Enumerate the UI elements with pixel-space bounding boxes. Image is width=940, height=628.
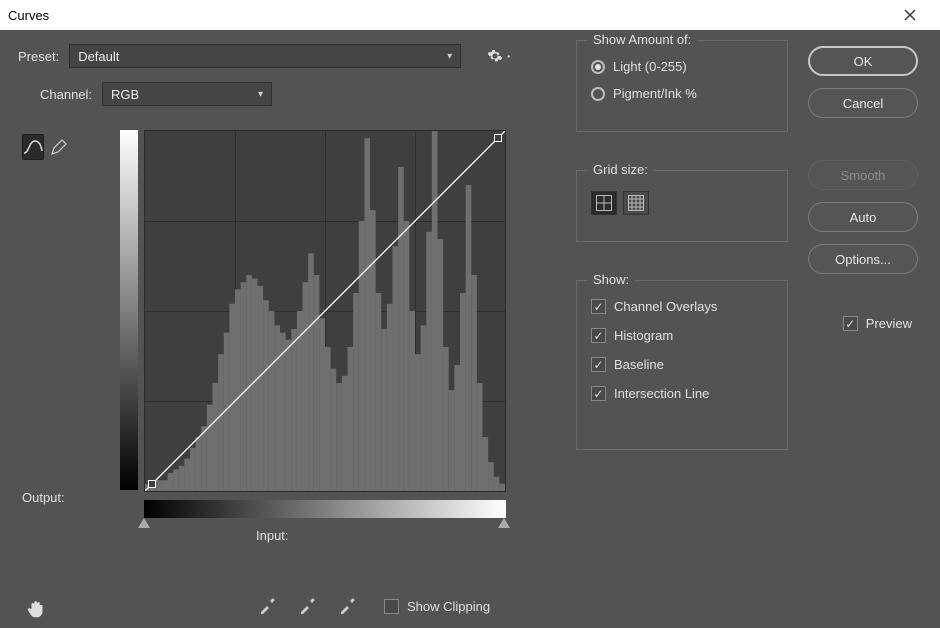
pencil-icon [50, 138, 68, 156]
grid-size-legend: Grid size: [587, 162, 654, 177]
hand-icon [26, 598, 48, 620]
preset-label: Preset: [18, 49, 59, 64]
grid-size-fieldset: Grid size: [576, 170, 788, 242]
radio-icon [591, 87, 605, 101]
curve-point-white[interactable] [494, 134, 502, 142]
chevron-down-icon: ▾ [447, 51, 452, 62]
close-button[interactable] [888, 0, 932, 30]
show-clipping-label: Show Clipping [407, 599, 490, 614]
dot-icon: • [507, 52, 510, 61]
close-icon [904, 9, 916, 21]
chevron-down-icon: ▾ [258, 89, 263, 100]
show-amount-legend: Show Amount of: [587, 32, 697, 47]
checkbox-icon [591, 328, 606, 343]
baseline-checkbox[interactable]: Baseline [591, 357, 773, 372]
button-column: OK Cancel Smooth Auto Options... [808, 46, 918, 274]
smooth-button[interactable]: Smooth [808, 160, 918, 190]
curves-graph[interactable] [144, 130, 506, 492]
auto-button[interactable]: Auto [808, 202, 918, 232]
preview-label: Preview [866, 316, 912, 331]
pencil-tool-button[interactable] [50, 134, 68, 160]
pigment-radio-label: Pigment/Ink % [613, 86, 697, 101]
dialog-body: Preset: Default ▾ • Channel: RGB ▾ Outpu… [0, 30, 940, 628]
checkbox-icon [591, 299, 606, 314]
gear-icon [487, 48, 503, 64]
eyedropper-icon [258, 597, 276, 615]
eyedropper-row: Show Clipping [256, 595, 490, 617]
grid-fine-button[interactable] [623, 191, 649, 215]
grid-16-icon [628, 195, 644, 211]
input-label: Input: [256, 528, 289, 543]
ok-button[interactable]: OK [808, 46, 918, 76]
light-radio-label: Light (0-255) [613, 59, 687, 74]
input-gradient [144, 500, 506, 518]
options-button[interactable]: Options... [808, 244, 918, 274]
histogram [145, 131, 505, 491]
show-clipping-checkbox[interactable]: Show Clipping [384, 599, 490, 614]
intersection-checkbox[interactable]: Intersection Line [591, 386, 773, 401]
grid-coarse-button[interactable] [591, 191, 617, 215]
channel-label: Channel: [40, 87, 92, 102]
output-gradient [120, 130, 138, 490]
preset-menu-button[interactable]: • [487, 48, 510, 64]
titlebar: Curves [0, 0, 940, 30]
curve-tool-button[interactable] [22, 134, 44, 160]
gray-eyedropper-button[interactable] [296, 595, 318, 617]
show-fieldset: Show: Channel Overlays Histogram Baselin… [576, 280, 788, 450]
show-amount-fieldset: Show Amount of: Light (0-255) Pigment/In… [576, 40, 788, 132]
baseline-label: Baseline [614, 357, 664, 372]
channel-dropdown[interactable]: RGB ▾ [102, 82, 272, 106]
curve-icon [23, 139, 43, 155]
show-legend: Show: [587, 272, 635, 287]
curve-tools [22, 134, 62, 160]
pigment-radio[interactable]: Pigment/Ink % [591, 86, 773, 101]
channel-row: Channel: RGB ▾ [40, 82, 922, 106]
histogram-label: Histogram [614, 328, 673, 343]
checkbox-icon [591, 357, 606, 372]
eyedropper-icon [298, 597, 316, 615]
cancel-button[interactable]: Cancel [808, 88, 918, 118]
channel-value: RGB [111, 87, 139, 102]
white-point-slider[interactable] [498, 518, 510, 528]
channel-overlays-label: Channel Overlays [614, 299, 717, 314]
channel-overlays-checkbox[interactable]: Channel Overlays [591, 299, 773, 314]
window-title: Curves [8, 8, 49, 23]
light-radio[interactable]: Light (0-255) [591, 59, 773, 74]
curve-point-black[interactable] [148, 480, 156, 488]
eyedropper-icon [338, 597, 356, 615]
histogram-checkbox[interactable]: Histogram [591, 328, 773, 343]
output-label: Output: [22, 490, 65, 505]
grid-4-icon [596, 195, 612, 211]
white-eyedropper-button[interactable] [336, 595, 358, 617]
radio-icon [591, 60, 605, 74]
checkbox-icon [591, 386, 606, 401]
targeted-adjust-button[interactable] [26, 598, 48, 625]
preview-checkbox[interactable]: Preview [843, 316, 912, 331]
preset-dropdown[interactable]: Default ▾ [69, 44, 461, 68]
intersection-label: Intersection Line [614, 386, 709, 401]
black-eyedropper-button[interactable] [256, 595, 278, 617]
checkbox-icon [843, 316, 858, 331]
checkbox-icon [384, 599, 399, 614]
preset-value: Default [78, 49, 119, 64]
black-point-slider[interactable] [138, 518, 150, 528]
